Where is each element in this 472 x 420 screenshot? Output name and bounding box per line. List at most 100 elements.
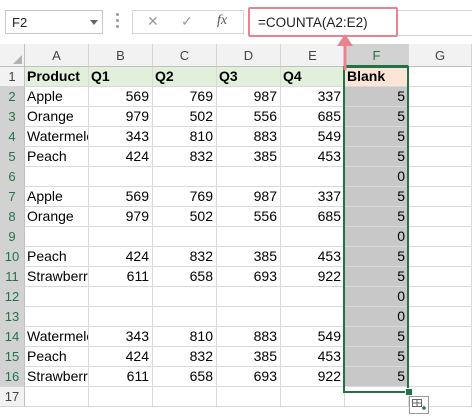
cell-c12[interactable] bbox=[153, 287, 217, 307]
cell-g14[interactable] bbox=[409, 327, 472, 347]
cell-f5[interactable]: 5 bbox=[345, 147, 409, 167]
row-header-5[interactable]: 5 bbox=[0, 147, 25, 167]
cell-f8[interactable]: 5 bbox=[345, 207, 409, 227]
cell-a10[interactable]: Peach bbox=[25, 247, 89, 267]
cell-d1[interactable]: Q3 bbox=[217, 67, 281, 87]
column-header-g[interactable]: G bbox=[409, 44, 472, 67]
cell-e6[interactable] bbox=[281, 167, 345, 187]
cell-e9[interactable] bbox=[281, 227, 345, 247]
row-header-3[interactable]: 3 bbox=[0, 107, 25, 127]
row-header-2[interactable]: 2 bbox=[0, 87, 25, 107]
cell-g3[interactable] bbox=[409, 107, 472, 127]
cell-e16[interactable]: 922 bbox=[281, 367, 345, 387]
cell-f3[interactable]: 5 bbox=[345, 107, 409, 127]
row-header-16[interactable]: 16 bbox=[0, 367, 25, 387]
name-box-dropdown-icon[interactable] bbox=[90, 20, 98, 25]
cell-a11[interactable]: Strawberry bbox=[25, 267, 89, 287]
cell-e8[interactable]: 685 bbox=[281, 207, 345, 227]
cell-a1[interactable]: Product bbox=[25, 67, 89, 87]
cell-f12[interactable]: 0 bbox=[345, 287, 409, 307]
name-box[interactable]: F2 bbox=[5, 10, 103, 34]
cell-b10[interactable]: 424 bbox=[89, 247, 153, 267]
cell-c13[interactable] bbox=[153, 307, 217, 327]
cell-d11[interactable]: 693 bbox=[217, 267, 281, 287]
cell-e7[interactable]: 337 bbox=[281, 187, 345, 207]
cell-c14[interactable]: 810 bbox=[153, 327, 217, 347]
cell-c11[interactable]: 658 bbox=[153, 267, 217, 287]
cell-a5[interactable]: Peach bbox=[25, 147, 89, 167]
cell-d8[interactable]: 556 bbox=[217, 207, 281, 227]
cell-c9[interactable] bbox=[153, 227, 217, 247]
cell-b3[interactable]: 979 bbox=[89, 107, 153, 127]
cell-e17[interactable] bbox=[281, 387, 345, 407]
insert-function-icon[interactable]: fx bbox=[217, 13, 227, 29]
cell-b11[interactable]: 611 bbox=[89, 267, 153, 287]
cell-c1[interactable]: Q2 bbox=[153, 67, 217, 87]
cell-f9[interactable]: 0 bbox=[345, 227, 409, 247]
cell-f15[interactable]: 5 bbox=[345, 347, 409, 367]
cell-d2[interactable]: 987 bbox=[217, 87, 281, 107]
cell-g2[interactable] bbox=[409, 87, 472, 107]
cell-c17[interactable] bbox=[153, 387, 217, 407]
cell-f2[interactable]: 5 bbox=[345, 87, 409, 107]
cell-b4[interactable]: 343 bbox=[89, 127, 153, 147]
row-header-8[interactable]: 8 bbox=[0, 207, 25, 227]
cell-f4[interactable]: 5 bbox=[345, 127, 409, 147]
cell-e4[interactable]: 549 bbox=[281, 127, 345, 147]
fill-handle[interactable] bbox=[405, 388, 413, 396]
row-header-9[interactable]: 9 bbox=[0, 227, 25, 247]
row-header-11[interactable]: 11 bbox=[0, 267, 25, 287]
formula-bar-grip-icon[interactable] bbox=[116, 13, 119, 31]
cell-f16[interactable]: 5 bbox=[345, 367, 409, 387]
cell-f6[interactable]: 0 bbox=[345, 167, 409, 187]
cell-a12[interactable] bbox=[25, 287, 89, 307]
cell-e13[interactable] bbox=[281, 307, 345, 327]
cell-d5[interactable]: 385 bbox=[217, 147, 281, 167]
cell-g5[interactable] bbox=[409, 147, 472, 167]
column-header-f[interactable]: F bbox=[345, 44, 409, 67]
cell-a14[interactable]: Watermelon bbox=[25, 327, 89, 347]
cell-b13[interactable] bbox=[89, 307, 153, 327]
cell-g1[interactable] bbox=[409, 67, 472, 87]
cell-f11[interactable]: 5 bbox=[345, 267, 409, 287]
cell-g6[interactable] bbox=[409, 167, 472, 187]
row-header-6[interactable]: 6 bbox=[0, 167, 25, 187]
cell-a16[interactable]: Strawberry bbox=[25, 367, 89, 387]
cell-c5[interactable]: 832 bbox=[153, 147, 217, 167]
column-header-c[interactable]: C bbox=[153, 44, 217, 67]
cell-a15[interactable]: Peach bbox=[25, 347, 89, 367]
row-header-15[interactable]: 15 bbox=[0, 347, 25, 367]
cell-b15[interactable]: 424 bbox=[89, 347, 153, 367]
cell-e14[interactable]: 549 bbox=[281, 327, 345, 347]
cell-e12[interactable] bbox=[281, 287, 345, 307]
cell-g7[interactable] bbox=[409, 187, 472, 207]
cell-a8[interactable]: Orange bbox=[25, 207, 89, 227]
row-header-1[interactable]: 1 bbox=[0, 67, 25, 87]
cell-g16[interactable] bbox=[409, 367, 472, 387]
cell-b16[interactable]: 611 bbox=[89, 367, 153, 387]
cell-g10[interactable] bbox=[409, 247, 472, 267]
cell-d3[interactable]: 556 bbox=[217, 107, 281, 127]
cell-a6[interactable] bbox=[25, 167, 89, 187]
row-header-12[interactable]: 12 bbox=[0, 287, 25, 307]
row-header-14[interactable]: 14 bbox=[0, 327, 25, 347]
cell-d16[interactable]: 693 bbox=[217, 367, 281, 387]
cell-c15[interactable]: 832 bbox=[153, 347, 217, 367]
cell-b17[interactable] bbox=[89, 387, 153, 407]
column-header-e[interactable]: E bbox=[281, 44, 345, 67]
cell-b9[interactable] bbox=[89, 227, 153, 247]
formula-input-extension[interactable] bbox=[398, 10, 472, 36]
cell-e3[interactable]: 685 bbox=[281, 107, 345, 127]
column-header-d[interactable]: D bbox=[217, 44, 281, 67]
cell-f10[interactable]: 5 bbox=[345, 247, 409, 267]
row-header-17[interactable]: 17 bbox=[0, 387, 25, 407]
cell-a9[interactable] bbox=[25, 227, 89, 247]
cell-g11[interactable] bbox=[409, 267, 472, 287]
cell-f14[interactable]: 5 bbox=[345, 327, 409, 347]
cell-a4[interactable]: Watermelon bbox=[25, 127, 89, 147]
cell-c7[interactable]: 769 bbox=[153, 187, 217, 207]
cell-b7[interactable]: 569 bbox=[89, 187, 153, 207]
row-header-4[interactable]: 4 bbox=[0, 127, 25, 147]
cell-f13[interactable]: 0 bbox=[345, 307, 409, 327]
cell-d14[interactable]: 883 bbox=[217, 327, 281, 347]
